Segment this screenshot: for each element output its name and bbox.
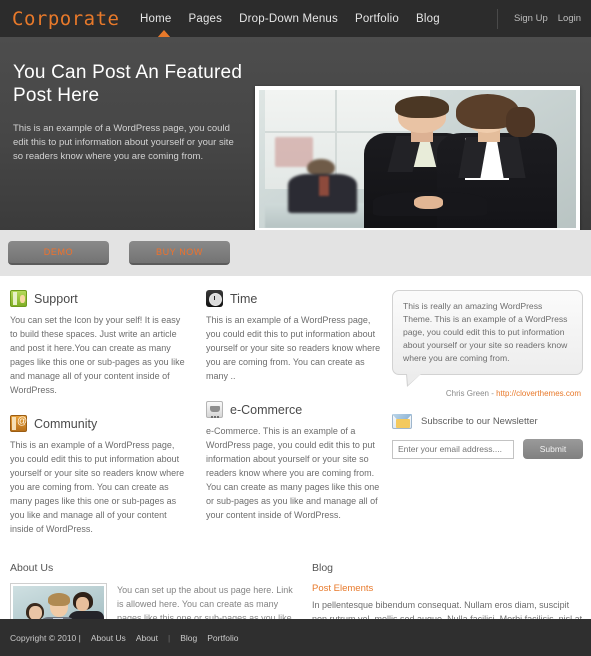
hero-image-frame [255, 86, 580, 230]
feature-ecommerce-title: e-Commerce [230, 402, 303, 417]
hero-photo [259, 90, 576, 228]
login-link[interactable]: Login [558, 13, 581, 24]
buy-now-button[interactable]: BUY NOW [129, 241, 230, 265]
footer-link-about[interactable]: About [136, 633, 158, 643]
hero-section: You Can Post An Featured Post Here This … [0, 37, 591, 230]
nav-item-home[interactable]: Home [140, 13, 171, 25]
feature-community-title: Community [34, 416, 98, 431]
blog-post-title[interactable]: Post Elements [312, 583, 583, 594]
newsletter-heading: Subscribe to our Newsletter [421, 416, 538, 427]
feature-ecommerce-head: e-Commerce [206, 401, 382, 418]
nav-item-drop-down-menus[interactable]: Drop-Down Menus [239, 13, 338, 25]
testimonial-author: Chris Green - [445, 389, 497, 398]
feature-time: Time This is an example of a WordPress p… [206, 290, 382, 383]
testimonial-citation: Chris Green - http://cloverthemes.com [392, 389, 583, 398]
blog-heading: Blog [312, 562, 334, 574]
newsletter-header: Subscribe to our Newsletter [392, 414, 583, 429]
sign-up-link[interactable]: Sign Up [514, 13, 548, 24]
newsletter-form: Submit [392, 439, 583, 459]
feature-column-left: Support You can set the Icon by your sel… [0, 290, 196, 554]
feature-ecommerce-body: e-Commerce. This is an example of a Word… [206, 426, 380, 520]
page-root: Corporate Home Pages Drop-Down Menus Por… [0, 0, 591, 656]
vertical-divider [496, 8, 498, 29]
cta-button-band: DEMO BUY NOW [0, 230, 591, 276]
feature-support-head: Support [10, 290, 186, 307]
top-right-links: Sign Up Login [496, 0, 581, 37]
newsletter-email-input[interactable] [392, 439, 514, 459]
nav-item-portfolio[interactable]: Portfolio [355, 13, 399, 25]
hero-title: You Can Post An Featured Post Here [13, 62, 243, 106]
features-section: Support You can set the Icon by your sel… [0, 276, 591, 554]
sidebar-column: This is really an amazing WordPress Them… [392, 290, 591, 554]
footer-separator: | [168, 632, 171, 643]
about-us-heading: About Us [10, 562, 54, 574]
feature-time-body: This is an example of a WordPress page, … [206, 315, 381, 381]
feature-community: Community This is an example of a WordPr… [10, 415, 186, 536]
nav-item-pages[interactable]: Pages [188, 13, 222, 25]
feature-support: Support You can set the Icon by your sel… [10, 290, 186, 397]
feature-time-title: Time [230, 291, 258, 306]
footer: Copyright © 2010 | About Us About | Blog… [0, 619, 591, 656]
feature-ecommerce: e-Commerce e-Commerce. This is an exampl… [206, 401, 382, 522]
main-nav: Home Pages Drop-Down Menus Portfolio Blo… [140, 13, 440, 25]
footer-link-blog[interactable]: Blog [180, 633, 197, 643]
hero-description: This is an example of a WordPress page, … [13, 123, 234, 162]
testimonial-quote: This is really an amazing WordPress Them… [403, 301, 568, 363]
site-logo[interactable]: Corporate [0, 8, 140, 30]
nav-item-blog[interactable]: Blog [416, 13, 440, 25]
feature-support-title: Support [34, 291, 78, 306]
envelope-icon [392, 414, 412, 429]
newsletter-submit-button[interactable]: Submit [523, 439, 583, 459]
support-book-icon [10, 290, 27, 307]
feature-community-body: This is an example of a WordPress page, … [10, 440, 185, 534]
footer-link-portfolio[interactable]: Portfolio [207, 633, 238, 643]
demo-button[interactable]: DEMO [8, 241, 109, 265]
footer-copyright: Copyright © 2010 | [10, 632, 81, 643]
testimonial-bubble: This is really an amazing WordPress Them… [392, 290, 583, 387]
top-navigation-bar: Corporate Home Pages Drop-Down Menus Por… [0, 0, 591, 38]
feature-column-middle: Time This is an example of a WordPress p… [196, 290, 392, 554]
footer-link-about-us[interactable]: About Us [91, 633, 126, 643]
hero-text-block: You Can Post An Featured Post Here This … [0, 37, 250, 164]
shopping-cart-icon [206, 401, 223, 418]
feature-community-head: Community [10, 415, 186, 432]
feature-support-body: You can set the Icon by your self! It is… [10, 315, 185, 395]
testimonial-link[interactable]: http://cloverthemes.com [496, 389, 581, 398]
clock-icon [206, 290, 223, 307]
community-at-icon [10, 415, 27, 432]
feature-time-head: Time [206, 290, 382, 307]
